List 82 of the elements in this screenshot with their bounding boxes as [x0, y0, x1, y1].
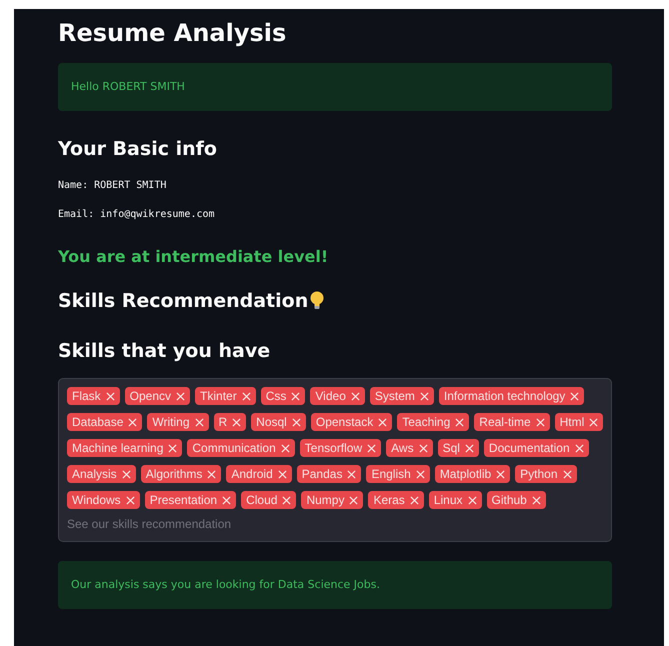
skill-tag: Writing	[147, 413, 208, 431]
section-heading: Skills that you have	[58, 339, 272, 364]
close-icon[interactable]	[574, 444, 584, 452]
close-icon[interactable]	[292, 418, 301, 426]
skill-tag: Database	[67, 413, 142, 431]
close-icon[interactable]	[496, 470, 506, 478]
skill-tag: Opencv	[124, 387, 190, 405]
close-icon[interactable]	[455, 418, 464, 426]
skill-tag: Video	[310, 387, 365, 405]
close-icon[interactable]	[122, 470, 131, 478]
skill-tag: Information technology	[438, 387, 584, 405]
section-heading: Skills Recommendation	[58, 289, 308, 314]
level-message: You are at intermediate level!	[58, 247, 330, 266]
close-icon[interactable]	[418, 444, 428, 452]
skill-tag: Css	[260, 387, 306, 405]
close-icon[interactable]	[378, 418, 388, 426]
skill-tag: R	[214, 413, 246, 431]
close-icon[interactable]	[168, 444, 178, 452]
skill-tag: Windows	[67, 491, 140, 509]
close-icon[interactable]	[126, 496, 135, 504]
skill-tag: Algorithms	[140, 465, 222, 483]
skill-tag: Github	[486, 491, 546, 509]
close-icon[interactable]	[128, 418, 138, 426]
skill-tag: Nosql	[251, 413, 306, 431]
section-heading: Your Basic info	[58, 137, 218, 162]
skill-tag: Keras	[368, 491, 424, 509]
close-icon[interactable]	[176, 392, 186, 400]
close-icon[interactable]	[589, 418, 598, 426]
close-icon[interactable]	[468, 496, 476, 504]
success-message: Hello ROBERT SMITH	[58, 63, 612, 111]
skill-tag: Openstack	[310, 413, 392, 431]
success-message: Our analysis says you are looking for Data Science Jobs.	[58, 561, 612, 609]
skill-tag: Flask	[67, 387, 120, 405]
close-icon[interactable]	[367, 444, 376, 452]
skill-tag: Tkinter	[195, 387, 256, 405]
skill-tag: Communication	[187, 439, 295, 457]
close-icon[interactable]	[282, 496, 292, 504]
skill-tag: Tensorflow	[300, 439, 382, 457]
skill-tag: Numpy	[301, 491, 364, 509]
skill-tag: Html	[554, 413, 604, 431]
close-icon[interactable]	[106, 392, 115, 400]
close-icon[interactable]	[349, 496, 358, 504]
close-icon[interactable]	[570, 392, 580, 400]
close-icon[interactable]	[464, 444, 474, 452]
info-line: Email: info@qwikresume.com	[58, 209, 216, 220]
placeholder-text: See our skills recommendation	[67, 517, 232, 531]
close-icon[interactable]	[222, 496, 232, 504]
close-icon[interactable]	[562, 470, 572, 478]
lightbulb-icon	[310, 291, 324, 311]
close-icon[interactable]	[280, 444, 290, 452]
close-icon[interactable]	[410, 496, 419, 504]
close-icon[interactable]	[416, 470, 425, 478]
skill-tag: English	[366, 465, 430, 483]
close-icon[interactable]	[242, 392, 251, 400]
skill-tag: Cloud	[241, 491, 296, 509]
close-icon[interactable]	[536, 418, 545, 426]
skill-tag: Teaching	[397, 413, 470, 431]
close-icon[interactable]	[350, 392, 360, 400]
skill-tag: System	[370, 387, 434, 405]
close-icon[interactable]	[291, 392, 300, 400]
skills-field[interactable]	[58, 378, 612, 542]
skill-tag: Presentation	[144, 491, 236, 509]
close-icon[interactable]	[532, 496, 541, 504]
skill-tag: Python	[515, 465, 577, 483]
skill-tag: Linux	[428, 491, 482, 509]
close-icon[interactable]	[232, 418, 242, 426]
close-icon[interactable]	[420, 392, 429, 400]
skill-tag: Documentation	[484, 439, 589, 457]
close-icon[interactable]	[207, 470, 216, 478]
skill-tag: Aws	[386, 439, 433, 457]
skill-tag: Machine learning	[67, 439, 182, 457]
skill-tag: Pandas	[296, 465, 362, 483]
skill-tag: Android	[226, 465, 292, 483]
close-icon[interactable]	[347, 470, 356, 478]
close-icon[interactable]	[194, 418, 204, 426]
close-icon[interactable]	[278, 470, 287, 478]
skill-tag: Sql	[438, 439, 479, 457]
page-title: Resume Analysis	[58, 18, 288, 48]
skill-tag: Matplotlib	[434, 465, 510, 483]
skill-tag: Analysis	[67, 465, 136, 483]
info-line: Name: ROBERT SMITH	[58, 180, 168, 191]
skill-tag: Real-time	[474, 413, 550, 431]
